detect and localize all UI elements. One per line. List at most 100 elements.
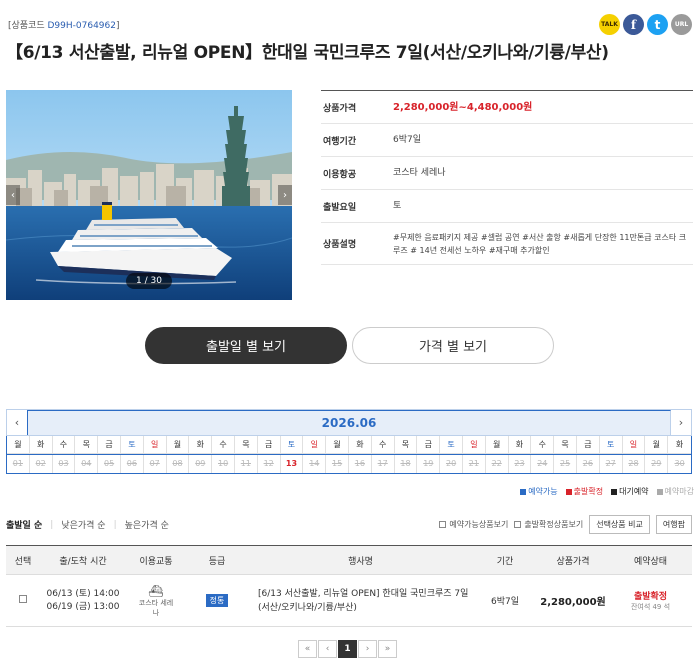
calendar-month: 2026.06 (27, 410, 671, 435)
product-table: 선택 출/도착 시간 이용교통 등급 행사명 기간 상품가격 예약상태 06/1… (6, 545, 692, 627)
calendar-weekday: 월 (485, 436, 509, 454)
page-1-button[interactable]: 1 (338, 640, 357, 658)
calendar-date: 12 (258, 455, 281, 473)
calendar-next-button[interactable]: › (671, 410, 691, 435)
calendar-date: 22 (486, 455, 509, 473)
calendar-date: 08 (167, 455, 190, 473)
info-row-carrier: 이용항공 코스타 세레나 (321, 157, 693, 190)
gallery-counter: 1 / 30 (126, 273, 172, 289)
page-title: 【6/13 서산출발, 리뉴얼 OPEN】한대일 국민크루즈 7일(서산/오키나… (6, 43, 609, 63)
calendar-date: 27 (600, 455, 623, 473)
calendar-date: 19 (417, 455, 441, 473)
calendar-weekday: 토 (280, 436, 304, 454)
calendar-weekday: 목 (554, 436, 577, 454)
prev-page-button[interactable]: ‹ (318, 640, 337, 658)
sort-by-high-price[interactable]: 높은가격 순 (125, 518, 169, 531)
calendar-weekdays: 월화수목금토일월화수목금토일월화수목금토일월화수목금토일월화 (6, 436, 692, 455)
calendar-weekday: 토 (599, 436, 623, 454)
calendar-weekday: 화 (29, 436, 53, 454)
legend-closed: 예약마감 (656, 486, 694, 497)
calendar-weekday: 금 (576, 436, 600, 454)
product-code-value: D99H-0764962 (47, 21, 116, 31)
calendar-weekday: 수 (531, 436, 555, 454)
row-period: 6박7일 (490, 597, 519, 607)
table-row[interactable]: 06/13 (토) 14:00 06/19 (금) 13:00 ⛴ 코스타 세레… (6, 575, 692, 627)
calendar-date: 21 (463, 455, 486, 473)
schedule-button[interactable]: 여행팜 (655, 515, 692, 534)
twitter-icon[interactable]: t (647, 14, 668, 35)
price-range: 2,280,000원~4,480,000원 (393, 101, 533, 113)
next-page-button[interactable]: › (358, 640, 377, 658)
calendar-weekday: 일 (622, 436, 646, 454)
product-image-gallery: ‹ › 1 / 30 (6, 90, 292, 300)
kakaotalk-icon[interactable]: TALK (599, 14, 620, 35)
table-header: 선택 출/도착 시간 이용교통 등급 행사명 기간 상품가격 예약상태 (6, 546, 692, 575)
calendar-weekday: 화 (668, 436, 691, 454)
calendar-weekday: 일 (143, 436, 167, 454)
facebook-icon[interactable]: f (623, 14, 644, 35)
legend-confirmed: 출발확정 (565, 486, 603, 497)
filter-confirmed-checkbox[interactable]: 출발확정상품보기 (514, 519, 583, 530)
depart-time: 06/13 (토) 14:00 (46, 588, 120, 599)
url-copy-icon[interactable]: URL (671, 14, 692, 35)
calendar-date: 06 (121, 455, 144, 473)
calendar-date: 07 (144, 455, 167, 473)
filter-available-checkbox[interactable]: 예약가능상품보기 (439, 519, 508, 530)
calendar-date: 10 (212, 455, 235, 473)
sort-by-low-price[interactable]: 낮은가격 순 (61, 518, 105, 531)
calendar-weekday: 화 (189, 436, 213, 454)
row-price: 2,280,000원 (540, 597, 606, 608)
calendar-weekday: 목 (234, 436, 258, 454)
calendar-date: 09 (189, 455, 213, 473)
calendar-weekday: 토 (120, 436, 144, 454)
product-name-link[interactable]: [6/13 서산출발, 리뉴얼 OPEN] 한대일 국민크루즈 7일(서산/오키… (248, 587, 473, 615)
last-page-button[interactable]: » (378, 640, 397, 658)
calendar-weekday: 월 (7, 436, 30, 454)
calendar-weekday: 목 (75, 436, 99, 454)
calendar-weekday: 금 (98, 436, 121, 454)
calendar-weekday: 수 (52, 436, 76, 454)
calendar-weekday: 금 (257, 436, 281, 454)
legend-waiting: 대기예약 (611, 486, 649, 497)
info-row-description: 상품설명 #무제한 음료패키지 제공 #셀럽 공연 #서산 출항 #새롭게 단장… (321, 223, 693, 265)
calendar-date: 18 (395, 455, 418, 473)
legend-available: 예약가능 (520, 486, 558, 497)
calendar-weekday: 월 (645, 436, 669, 454)
calendar-date: 16 (349, 455, 372, 473)
calendar-date: 30 (674, 459, 685, 468)
row-select-checkbox[interactable] (19, 595, 27, 603)
calendar-weekday: 일 (462, 436, 486, 454)
calendar-date: 05 (98, 455, 121, 473)
calendar-date: 01 (7, 455, 30, 473)
calendar-weekday: 금 (417, 436, 441, 454)
calendar-date[interactable]: 13 (281, 455, 304, 473)
view-by-price-button[interactable]: 가격 별 보기 (352, 327, 554, 364)
calendar-date: 29 (645, 455, 669, 473)
calendar-dates: 01 02 03 04 05 06 07 08 09 10 11 12 13 14 15 16 17 18 19 20… (6, 455, 692, 474)
first-page-button[interactable]: « (298, 640, 317, 658)
calendar-weekday: 월 (166, 436, 190, 454)
product-info-table: 상품가격 2,280,000원~4,480,000원 여행기간 6박7일 이용항… (321, 90, 693, 265)
grade-badge: 정통 (205, 594, 229, 607)
calendar-weekday: 목 (394, 436, 418, 454)
calendar-weekday: 토 (440, 436, 463, 454)
compare-button[interactable]: 선택상품 비교 (589, 515, 650, 534)
calendar-date: 26 (577, 455, 600, 473)
info-row-departure-day: 출발요일 토 (321, 190, 693, 223)
calendar-date: 15 (326, 455, 349, 473)
view-by-departure-button[interactable]: 출발일 별 보기 (145, 327, 347, 364)
sort-by-departure[interactable]: 출발일 순 (6, 518, 42, 531)
remaining-seats: 잔여석 49 석 (630, 603, 671, 611)
calendar-date: 25 (554, 455, 577, 473)
calendar-date: 02 (30, 455, 53, 473)
calendar-date: 23 (509, 455, 532, 473)
arrive-time: 06/19 (금) 13:00 (46, 601, 120, 612)
calendar-prev-button[interactable]: ‹ (7, 410, 27, 435)
gallery-next-button[interactable]: › (278, 185, 292, 205)
gallery-prev-button[interactable]: ‹ (6, 185, 20, 205)
pagination: « ‹ 1 › » (298, 640, 397, 658)
departure-calendar: ‹ 2026.06 › 월화수목금토일월화수목금토일월화수목금토일월화수목금토일… (6, 409, 692, 474)
status-badge: 출발확정 (633, 592, 668, 602)
calendar-date: 17 (372, 455, 395, 473)
sort-bar: 출발일 순 | 낮은가격 순 | 높은가격 순 예약가능상품보기 출발확정상품보… (6, 515, 692, 534)
